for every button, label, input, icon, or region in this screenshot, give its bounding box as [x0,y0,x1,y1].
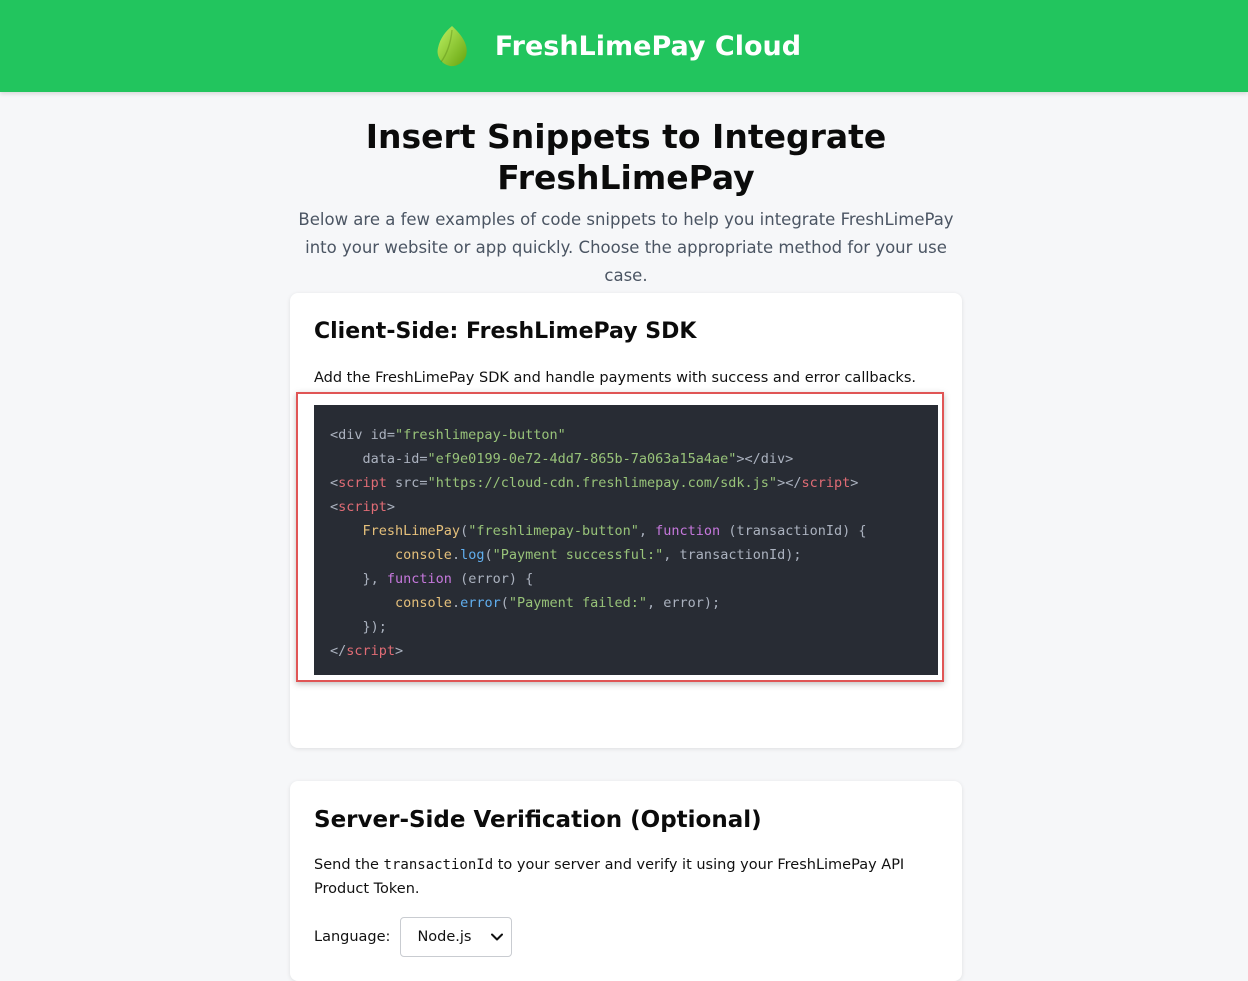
code-token: "Payment failed:" [508,595,648,611]
server-side-card: Server-Side Verification (Optional) Send… [290,781,962,981]
server-card-description: Send the transactionId to your server an… [314,853,914,901]
code-token: "ef9e0199-0e72-4dd7-865b-7a063a15a4ae" [427,451,737,467]
brand-name: FreshLimePay Cloud [494,30,802,62]
code-token: "freshlimepay-button" [395,427,566,443]
code-token: src= [386,475,428,491]
code-token: (error) { [451,571,534,587]
code-token: , transactionId); [663,547,802,563]
client-card-description: Add the FreshLimePay SDK and handle paym… [314,370,916,386]
code-token: (transactionId) { [720,523,867,539]
language-selected-value: Node.js [417,929,472,945]
code-token: <div id= [330,427,396,443]
code-token: ( [500,595,509,611]
code-token: console [395,547,452,563]
code-token: function [655,523,721,539]
code-token: }, [330,571,387,587]
code-token: script [338,499,387,515]
code-token: < [330,475,339,491]
code-token: </ [330,643,347,659]
language-select[interactable]: Node.js [400,917,513,957]
code-token: }); [330,619,387,635]
code-token: , error); [647,595,721,611]
chevron-down-icon [491,933,504,941]
language-row: Language: Node.js [314,917,513,957]
code-token: , [638,523,656,539]
code-token: error [460,595,501,611]
code-token: "freshlimepay-button" [468,523,639,539]
language-label: Language: [314,929,391,945]
client-side-card: Client-Side: FreshLimePay SDK Add the Fr… [290,293,962,748]
page-title: Insert Snippets to Integrate FreshLimePa… [365,117,887,197]
inline-code-transaction-id: transactionId [383,857,494,873]
code-token: script [801,475,851,491]
server-card-title: Server-Side Verification (Optional) [314,807,762,833]
code-token: ></div> [736,451,794,467]
code-token: "Payment successful:" [492,547,664,563]
code-token: script [338,475,387,491]
code-token: "https://cloud-cdn.freshlimepay.com/sdk.… [427,475,778,491]
page-intro: Below are a few examples of code snippet… [298,210,954,285]
sdk-code-snippet[interactable]: <div id="freshlimepay-button" data-id="e… [314,405,938,675]
top-header: FreshLimePay Cloud [0,0,1248,92]
code-token: . [451,547,461,563]
code-token: data-id= [330,451,428,467]
code-token: ( [460,523,469,539]
code-token: function [386,571,452,587]
code-token: script [346,643,396,659]
code-token: FreshLimePay [362,523,461,539]
code-token: console [395,595,452,611]
code-token: . [451,595,461,611]
client-card-title: Client-Side: FreshLimePay SDK [314,319,697,344]
code-token: ></ [777,475,802,491]
code-token: > [850,475,859,491]
code-token: ( [484,547,493,563]
code-token: > [386,499,396,515]
brand[interactable]: FreshLimePay Cloud [433,24,801,68]
description-text: Send the [314,857,384,873]
code-token: < [330,499,339,515]
code-token: log [460,547,485,563]
leaf-icon [437,26,467,67]
code-token: > [395,643,404,659]
